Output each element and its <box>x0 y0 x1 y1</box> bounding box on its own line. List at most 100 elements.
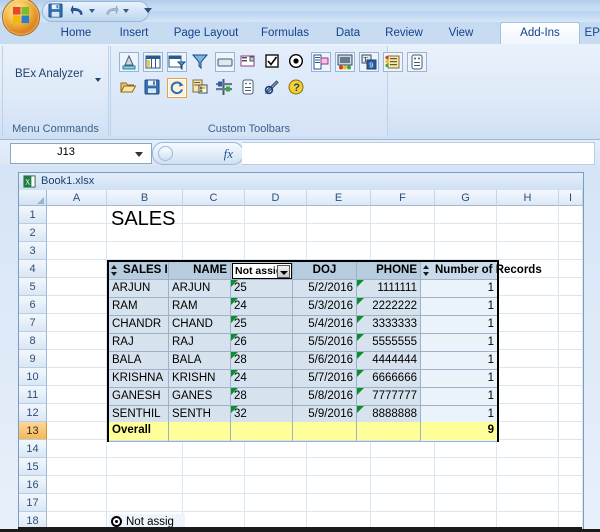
report-cell-sales[interactable]: GANESH <box>109 388 169 406</box>
radio-button-icon[interactable] <box>287 52 307 72</box>
tab-formulas[interactable]: Formulas <box>248 22 322 44</box>
row-header-17[interactable]: 17 <box>19 494 47 512</box>
grid-cell[interactable] <box>47 476 107 494</box>
row-header-16[interactable]: 16 <box>19 476 47 494</box>
report-cell-doj[interactable]: 5/2/2016 <box>293 280 357 298</box>
analysis-grid-icon[interactable] <box>119 52 139 72</box>
grid-cell[interactable] <box>183 242 245 260</box>
grid-cell[interactable] <box>435 224 497 242</box>
grid-cell[interactable] <box>497 494 559 512</box>
grid-cell[interactable] <box>245 458 307 476</box>
report-cell-phone[interactable]: 6666666 <box>357 370 421 388</box>
grid-cell[interactable] <box>183 494 245 512</box>
refresh-icon[interactable] <box>167 78 187 98</box>
report-cell-records[interactable]: 1 <box>421 370 497 388</box>
table-icon[interactable] <box>143 52 163 72</box>
report-cell-doj[interactable]: 5/6/2016 <box>293 352 357 370</box>
report-header-doj[interactable]: DOJ <box>293 262 357 280</box>
report-cell-sales[interactable]: BALA <box>109 352 169 370</box>
grid-cell[interactable] <box>245 206 307 224</box>
report-cell-phone[interactable]: 1111111 <box>357 280 421 298</box>
name-box-dropdown-icon[interactable] <box>135 152 143 157</box>
tab-insert[interactable]: Insert <box>104 22 164 44</box>
report-cell-age[interactable]: 24 <box>231 370 293 388</box>
column-header-c[interactable]: C <box>183 190 245 206</box>
grid-cell[interactable] <box>47 458 107 476</box>
grid-cell[interactable] <box>559 332 583 350</box>
grid-cell[interactable] <box>497 404 559 422</box>
filter-dropdown[interactable]: Not assig <box>232 263 292 279</box>
report-header-filter-cell[interactable]: Not assig <box>231 262 293 280</box>
grid-cell[interactable] <box>435 206 497 224</box>
tab-review[interactable]: Review <box>372 22 436 44</box>
grid-cell[interactable] <box>245 494 307 512</box>
name-box[interactable]: J13 <box>10 143 152 164</box>
grid-cell[interactable] <box>497 350 559 368</box>
grid-cell[interactable] <box>47 404 107 422</box>
dropdown-box-icon[interactable] <box>239 52 259 72</box>
grid-cell[interactable] <box>47 260 107 278</box>
grid-cell[interactable] <box>47 332 107 350</box>
column-header-h[interactable]: H <box>497 190 559 206</box>
grid-cell[interactable] <box>245 440 307 458</box>
tab-add-ins[interactable]: Add-Ins <box>500 22 580 45</box>
row-header-8[interactable]: 8 <box>19 332 47 350</box>
row-header-12[interactable]: 12 <box>19 404 47 422</box>
grid-cell[interactable] <box>497 458 559 476</box>
grid-cell[interactable] <box>183 224 245 242</box>
grid-cell[interactable] <box>183 206 245 224</box>
grid-cell[interactable] <box>559 278 583 296</box>
report-cell-doj[interactable]: 5/7/2016 <box>293 370 357 388</box>
report-cell-sales[interactable]: RAJ <box>109 334 169 352</box>
row-header-6[interactable]: 6 <box>19 296 47 314</box>
report-cell-age[interactable]: 28 <box>231 388 293 406</box>
report-cell-sales[interactable]: ARJUN <box>109 280 169 298</box>
report-cell-records[interactable]: 1 <box>421 298 497 316</box>
report-cell-records[interactable]: 1 <box>421 334 497 352</box>
grid-cell[interactable] <box>47 368 107 386</box>
grid-cell[interactable] <box>371 206 435 224</box>
grid-cell[interactable] <box>107 458 183 476</box>
column-header-e[interactable]: E <box>307 190 371 206</box>
grid-cell[interactable] <box>559 314 583 332</box>
grid-cell[interactable] <box>559 260 583 278</box>
row-header-14[interactable]: 14 <box>19 440 47 458</box>
grid-cell[interactable] <box>559 440 583 458</box>
grid-cell[interactable] <box>559 368 583 386</box>
report-cell-sales[interactable]: RAM <box>109 298 169 316</box>
insert-function-icon[interactable]: fx <box>224 146 233 162</box>
grid-cell[interactable] <box>307 494 371 512</box>
grid-cell[interactable] <box>307 206 371 224</box>
formula-input[interactable] <box>242 142 595 165</box>
column-header-i[interactable]: I <box>559 190 583 206</box>
grid-cell[interactable] <box>107 476 183 494</box>
grid-cell[interactable] <box>559 206 583 224</box>
grid-cell[interactable] <box>307 224 371 242</box>
report-header-name[interactable]: NAME <box>169 262 231 280</box>
report-header-records[interactable]: Number of Records <box>421 262 497 280</box>
row-header-7[interactable]: 7 <box>19 314 47 332</box>
row-header-11[interactable]: 11 <box>19 386 47 404</box>
exception-icon[interactable] <box>191 78 211 98</box>
tab-home[interactable]: Home <box>46 22 106 44</box>
report-cell-records[interactable]: 1 <box>421 280 497 298</box>
grid-cell[interactable] <box>559 458 583 476</box>
row-header-5[interactable]: 5 <box>19 278 47 296</box>
redo-dropdown-caret[interactable] <box>123 9 129 13</box>
report-cell-sales[interactable]: CHANDR <box>109 316 169 334</box>
button-control-icon[interactable] <box>215 52 235 72</box>
report-cell-phone[interactable]: 7777777 <box>357 388 421 406</box>
condition-sort-icon[interactable] <box>215 78 235 98</box>
report-cell-age[interactable]: 26 <box>231 334 293 352</box>
grid-cell[interactable] <box>559 296 583 314</box>
grid-cell[interactable] <box>559 476 583 494</box>
select-all-corner[interactable] <box>19 190 47 206</box>
report-cell-doj[interactable]: 5/3/2016 <box>293 298 357 316</box>
row-header-4[interactable]: 4 <box>19 260 47 278</box>
grid-cell[interactable] <box>47 206 107 224</box>
chart-icon[interactable] <box>335 52 355 72</box>
grid-cell[interactable] <box>107 440 183 458</box>
tab-page-layout[interactable]: Page Layout <box>160 22 252 44</box>
report-cell-records[interactable]: 1 <box>421 316 497 334</box>
grid-cell[interactable] <box>497 278 559 296</box>
